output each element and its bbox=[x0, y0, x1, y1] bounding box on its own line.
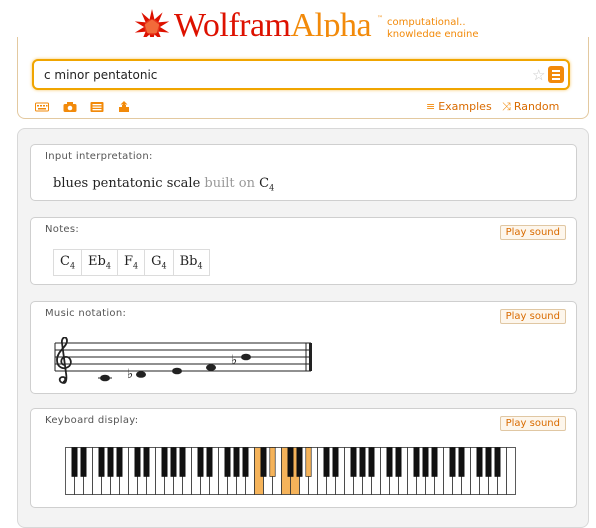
black-key-ab2[interactable] bbox=[170, 447, 177, 477]
black-key-eb2[interactable] bbox=[143, 447, 150, 477]
black-key-bb2[interactable] bbox=[179, 447, 186, 477]
play-sound-button[interactable]: Play sound bbox=[499, 309, 566, 324]
root-note: C bbox=[259, 176, 270, 191]
input-interpretation-text: blues pentatonic scale built on C4 bbox=[53, 176, 274, 193]
black-key-bb3[interactable] bbox=[242, 447, 249, 477]
table-row: C4 Eb4 F4 G4 Bb4 bbox=[52, 249, 210, 276]
play-sound-button[interactable]: Play sound bbox=[499, 416, 566, 431]
piano-keyboard bbox=[65, 447, 516, 495]
keyboard-icon[interactable] bbox=[35, 101, 49, 113]
black-key-db5[interactable] bbox=[323, 447, 330, 477]
note-cell: F4 bbox=[116, 249, 146, 276]
black-key-bb7[interactable] bbox=[494, 447, 501, 477]
favorite-star-icon[interactable]: ☆ bbox=[532, 65, 545, 85]
white-key-c8[interactable] bbox=[506, 447, 516, 495]
black-key-bb5[interactable] bbox=[368, 447, 375, 477]
black-key-eb5[interactable] bbox=[332, 447, 339, 477]
black-key-ab1[interactable] bbox=[107, 447, 114, 477]
music-notation-pod: Music notation: Play sound ♭ ♭ bbox=[30, 301, 577, 394]
black-key-db4[interactable] bbox=[260, 447, 267, 477]
black-key-gb2[interactable] bbox=[161, 447, 168, 477]
note-c4 bbox=[98, 374, 112, 382]
notes-table: C4 Eb4 F4 G4 Bb4 bbox=[52, 249, 210, 276]
black-key-ab5[interactable] bbox=[359, 447, 366, 477]
black-key-db1[interactable] bbox=[71, 447, 78, 477]
pod-title: Notes: bbox=[45, 224, 80, 235]
connector-text: built on bbox=[204, 176, 255, 191]
black-key-db6[interactable] bbox=[386, 447, 393, 477]
random-label: Random bbox=[513, 100, 560, 113]
black-key-bb1[interactable] bbox=[116, 447, 123, 477]
black-key-eb7[interactable] bbox=[458, 447, 465, 477]
svg-text:♭: ♭ bbox=[231, 353, 237, 368]
scale-name: blues pentatonic scale bbox=[53, 176, 201, 191]
note-eb4: ♭ bbox=[127, 367, 146, 382]
note-g4 bbox=[206, 364, 216, 371]
trademark-mark: ™ bbox=[377, 15, 383, 22]
note-bb4: ♭ bbox=[231, 353, 251, 368]
note-f4 bbox=[172, 367, 182, 375]
black-key-db7[interactable] bbox=[449, 447, 456, 477]
note-cell: C4 bbox=[52, 249, 83, 276]
black-key-db2[interactable] bbox=[134, 447, 141, 477]
black-key-eb4[interactable] bbox=[269, 447, 276, 477]
search-input[interactable] bbox=[44, 66, 514, 84]
black-key-bb6[interactable] bbox=[431, 447, 438, 477]
black-key-gb5[interactable] bbox=[350, 447, 357, 477]
black-key-ab4[interactable] bbox=[296, 447, 303, 477]
note-cell: Eb4 bbox=[81, 249, 118, 276]
black-key-db3[interactable] bbox=[197, 447, 204, 477]
black-key-eb1[interactable] bbox=[80, 447, 87, 477]
pod-title: Input interpretation: bbox=[45, 151, 153, 162]
input-interpretation-pod: Input interpretation: blues pentatonic s… bbox=[30, 144, 577, 201]
search-box: ☆ bbox=[32, 59, 570, 90]
notes-pod: Notes: Play sound C4 Eb4 F4 G4 Bb4 bbox=[30, 217, 577, 285]
examples-list-icon[interactable] bbox=[90, 101, 104, 113]
black-key-gb1[interactable] bbox=[98, 447, 105, 477]
svg-text:♭: ♭ bbox=[127, 367, 133, 382]
pod-title: Music notation: bbox=[45, 308, 127, 319]
examples-link[interactable]: ≡ Examples bbox=[426, 100, 492, 113]
black-key-gb3[interactable] bbox=[224, 447, 231, 477]
search-go-button[interactable] bbox=[548, 66, 564, 83]
random-shuffle-icon: ⤨ bbox=[502, 100, 511, 113]
upload-icon[interactable] bbox=[117, 101, 131, 113]
examples-label: Examples bbox=[438, 100, 492, 113]
black-key-gb4[interactable] bbox=[287, 447, 294, 477]
black-key-ab3[interactable] bbox=[233, 447, 240, 477]
play-sound-button[interactable]: Play sound bbox=[499, 225, 566, 240]
black-key-bb4[interactable] bbox=[305, 447, 312, 477]
examples-icon: ≡ bbox=[426, 100, 436, 113]
note-cell: Bb4 bbox=[172, 249, 210, 276]
black-key-eb6[interactable] bbox=[395, 447, 402, 477]
treble-clef-icon bbox=[56, 337, 72, 384]
root-octave: 4 bbox=[269, 183, 275, 193]
black-key-eb3[interactable] bbox=[206, 447, 213, 477]
camera-icon[interactable] bbox=[63, 101, 77, 113]
keyboard-display-pod: Keyboard display: Play sound bbox=[30, 408, 577, 508]
black-key-gb7[interactable] bbox=[476, 447, 483, 477]
music-staff: ♭ ♭ bbox=[54, 337, 312, 384]
black-key-ab7[interactable] bbox=[485, 447, 492, 477]
black-key-ab6[interactable] bbox=[422, 447, 429, 477]
note-cell: G4 bbox=[144, 249, 174, 276]
black-key-gb6[interactable] bbox=[413, 447, 420, 477]
random-link[interactable]: ⤨ Random bbox=[502, 100, 559, 114]
tagline-line1: computational.. bbox=[387, 17, 466, 28]
pod-title: Keyboard display: bbox=[45, 415, 139, 426]
